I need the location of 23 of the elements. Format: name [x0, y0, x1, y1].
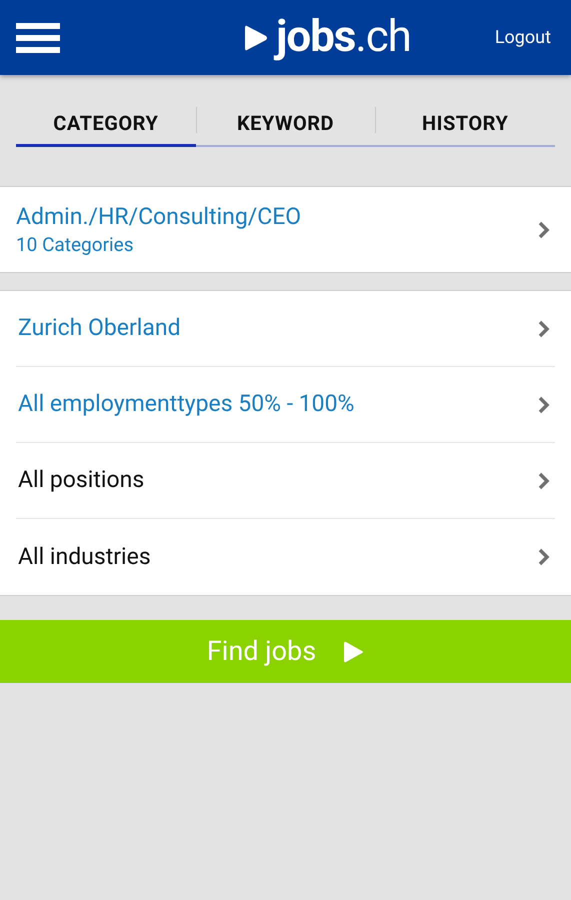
play-icon	[344, 640, 364, 664]
chevron-icon	[537, 547, 551, 567]
chevron-icon	[537, 318, 551, 338]
play-icon	[244, 24, 268, 52]
tab[interactable]: HISTORY	[375, 101, 556, 147]
tab[interactable]: KEYWORD	[196, 101, 376, 147]
category-count: 10 Categories	[16, 232, 135, 258]
chevron-icon	[537, 220, 551, 240]
filter-row[interactable]: All positions	[16, 443, 555, 519]
logout-link[interactable]: Logout	[494, 24, 551, 51]
chevron-icon	[537, 394, 551, 414]
filter-label: All positions	[18, 465, 146, 496]
filter-row[interactable]: Zurich Oberland	[16, 291, 555, 367]
tab[interactable]: CATEGORY	[16, 101, 196, 147]
menu-icon[interactable]	[16, 22, 60, 54]
filter-label: All employmenttypes 50% - 100%	[18, 389, 356, 420]
category-card[interactable]: Admin./HR/Consulting/CEO 10 Categories	[0, 186, 571, 273]
category-title: Admin./HR/Consulting/CEO	[16, 202, 302, 232]
filter-label: All industries	[18, 542, 152, 572]
filter-row[interactable]: All employmenttypes 50% - 100%	[16, 367, 555, 443]
chevron-icon	[537, 470, 551, 490]
filter-label: Zurich Oberland	[18, 313, 182, 344]
filter-row[interactable]: All industries	[16, 519, 555, 595]
